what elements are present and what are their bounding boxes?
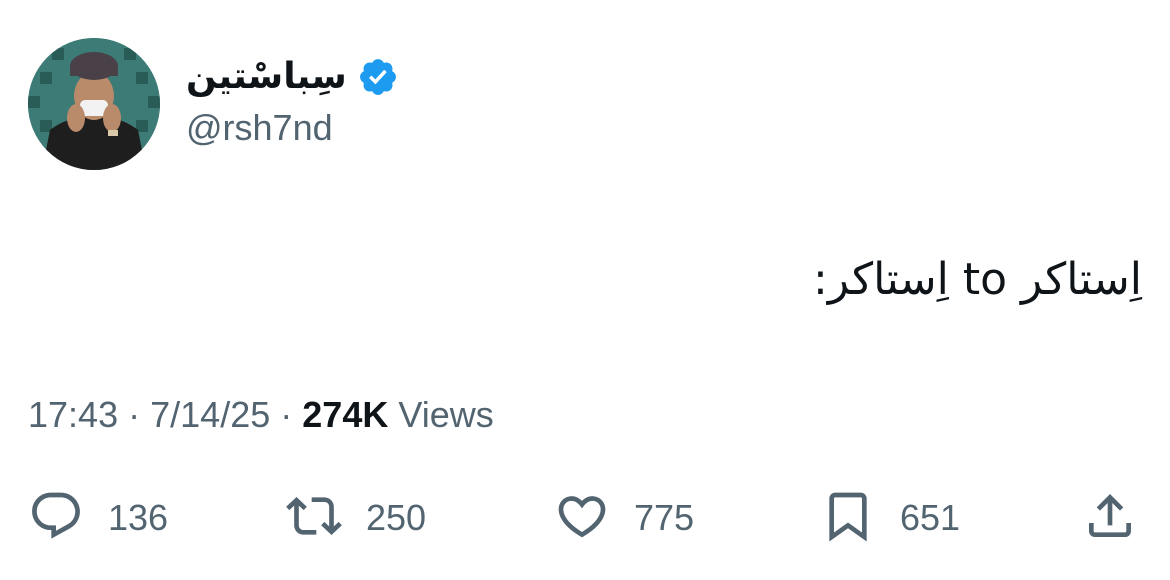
- tweet-text: اِستاکر to اِستاکر:: [813, 254, 1142, 305]
- bookmark-icon: [820, 488, 876, 549]
- display-name[interactable]: سِباسْتین: [186, 52, 347, 102]
- reply-button[interactable]: 136: [28, 488, 168, 548]
- reply-count: 136: [108, 497, 169, 538]
- author-names: سِباسْتین @rsh7nd: [186, 52, 586, 150]
- meta-separator: ·: [128, 394, 141, 435]
- like-button[interactable]: 775: [554, 488, 694, 548]
- user-handle[interactable]: @rsh7nd: [186, 106, 586, 150]
- bookmark-button[interactable]: 651: [820, 488, 960, 548]
- avatar[interactable]: [28, 38, 160, 170]
- bookmark-count: 651: [900, 497, 961, 538]
- heart-icon: [554, 488, 610, 549]
- share-icon: [1082, 488, 1138, 549]
- tweet-meta: 17:43 · 7/14/25 · 274K Views: [28, 392, 494, 438]
- display-name-row: سِباسْتین: [186, 52, 586, 102]
- meta-separator: ·: [280, 394, 293, 435]
- retweet-icon: [286, 488, 342, 549]
- share-button[interactable]: [1082, 488, 1138, 548]
- views-count[interactable]: 274K: [302, 394, 388, 435]
- action-bar: 136 250 775 651: [28, 488, 1148, 548]
- tweet-time[interactable]: 17:43: [28, 394, 118, 435]
- retweet-count: 250: [366, 497, 427, 538]
- verified-badge-icon[interactable]: [357, 56, 399, 98]
- views-label: Views: [398, 394, 494, 435]
- avatar-image: [28, 38, 160, 170]
- retweet-button[interactable]: 250: [286, 488, 426, 548]
- reply-icon: [28, 488, 84, 549]
- like-count: 775: [634, 497, 695, 538]
- tweet-date[interactable]: 7/14/25: [150, 394, 270, 435]
